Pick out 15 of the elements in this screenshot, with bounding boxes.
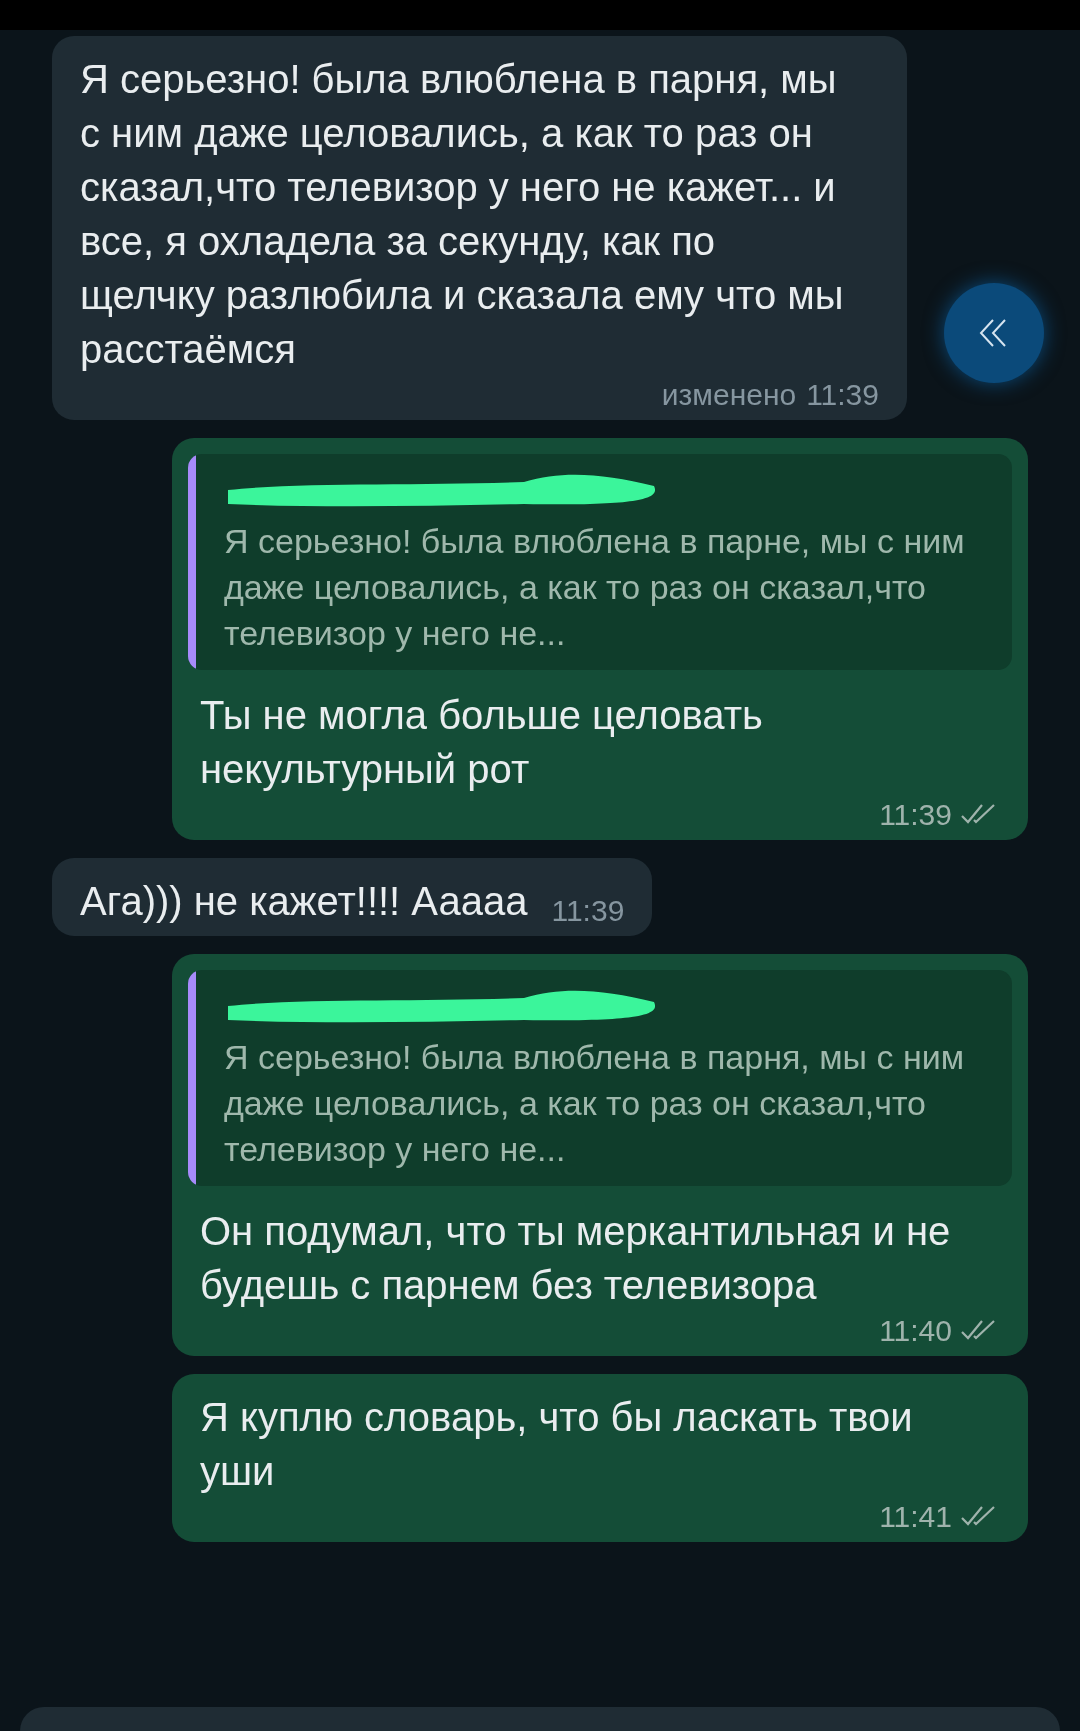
quoted-message[interactable]: Я серьезно! была влюблена в парня, мы с ним даже целовались, а как то раз он сказал,что телевизор у него не... <box>188 970 1012 1186</box>
message-text: Я серьезно! была влюблена в парня, мы с ним даже целовались, а как то раз он сказал,что телевизор у него не кажет... и все, я охладела за секунду, как по щелчку разлюбила и сказала ему что мы расстаёмся <box>80 56 845 373</box>
message-time: 11:39 <box>879 796 952 833</box>
edited-label: изменено <box>661 376 797 413</box>
message-time: 11:39 <box>806 376 879 413</box>
quoted-text: Я серьезно! была влюблена в парня, мы с ним даже целовались, а как то раз он сказал,что телевизор у него не... <box>224 1037 966 1170</box>
quoted-text: Я серьезно! была влюблена в парне, мы с ним даже целовались, а как то раз он сказал,что телевизор у него не... <box>224 521 966 654</box>
message-time: 11:41 <box>879 1498 952 1535</box>
message-text: Он подумал, что ты меркантильная и не будешь с парнем без телевизора <box>200 1208 952 1309</box>
message-time: 11:40 <box>879 1312 952 1349</box>
message-text: Ага))) не кажет!!!! Ааааа <box>80 878 528 925</box>
message-text: Ты не могла больше целовать некультурный рот <box>200 692 764 793</box>
quoted-message[interactable]: Я серьезно! была влюблена в парне, мы с ним даже целовались, а как то раз он сказал,что телевизор у него не... <box>188 454 1012 670</box>
message-text: Я куплю словарь, что бы ласкать твои уши <box>200 1394 914 1495</box>
message-time: 11:39 <box>551 892 625 929</box>
